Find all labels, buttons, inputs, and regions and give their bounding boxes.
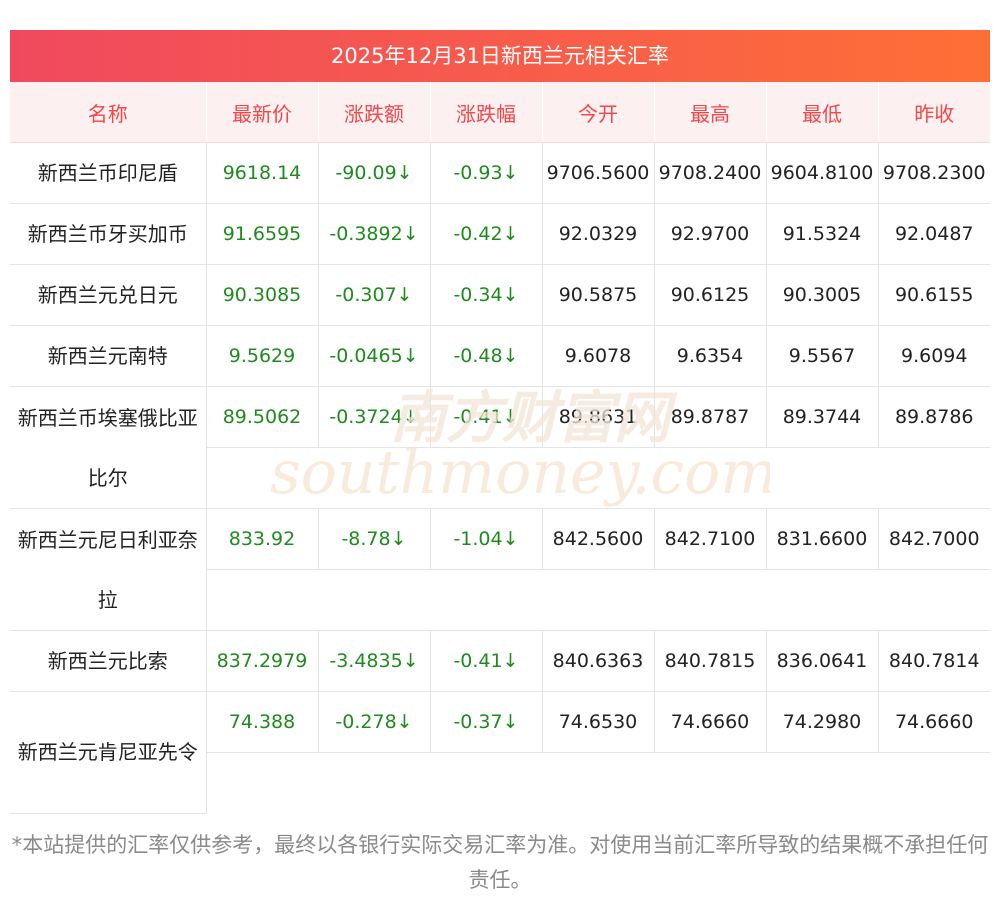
prev-close: 840.7814 <box>878 630 990 692</box>
open-price: 840.6363 <box>542 630 655 692</box>
row-filler <box>206 753 990 814</box>
page-title: 2025年12月31日新西兰元相关汇率 <box>10 30 990 82</box>
change-percent: -0.42↓ <box>430 203 543 265</box>
low-price: 836.0641 <box>766 630 879 692</box>
header-high: 最高 <box>654 82 767 143</box>
prev-close: 9.6094 <box>878 325 990 387</box>
latest-price: 9.5629 <box>206 325 319 387</box>
open-price: 9706.5600 <box>542 142 655 204</box>
currency-name[interactable]: 新西兰元肯尼亚先令 <box>10 691 207 814</box>
row-filler <box>206 569 990 631</box>
header-change: 涨跌额 <box>318 82 431 143</box>
latest-price: 833.92 <box>206 508 319 570</box>
exchange-rate-table: 名称 最新价 涨跌额 涨跌幅 今开 最高 最低 昨收 新西兰币印尼盾 9618.… <box>10 82 990 814</box>
latest-price: 74.388 <box>206 691 319 753</box>
prev-close: 90.6155 <box>878 264 990 326</box>
change-amount: -0.3724↓ <box>318 386 431 448</box>
currency-name[interactable]: 新西兰币牙买加币 <box>10 203 207 265</box>
header-open: 今开 <box>542 82 655 143</box>
currency-name[interactable]: 新西兰币印尼盾 <box>10 142 207 204</box>
change-percent: -1.04↓ <box>430 508 543 570</box>
change-amount: -0.3892↓ <box>318 203 431 265</box>
prev-close: 9708.2300 <box>878 142 990 204</box>
open-price: 92.0329 <box>542 203 655 265</box>
low-price: 74.2980 <box>766 691 879 753</box>
high-price: 90.6125 <box>654 264 767 326</box>
open-price: 89.8631 <box>542 386 655 448</box>
high-price: 74.6660 <box>654 691 767 753</box>
header-pct: 涨跌幅 <box>430 82 543 143</box>
high-price: 840.7815 <box>654 630 767 692</box>
currency-name[interactable]: 新西兰元南特 <box>10 325 207 387</box>
open-price: 842.5600 <box>542 508 655 570</box>
prev-close: 842.7000 <box>878 508 990 570</box>
header-low: 最低 <box>766 82 879 143</box>
low-price: 9604.8100 <box>766 142 879 204</box>
table-row: 新西兰币牙买加币 91.6595 -0.3892↓ -0.42↓ 92.0329… <box>10 203 990 265</box>
row-filler <box>206 447 990 509</box>
table-header-row: 名称 最新价 涨跌额 涨跌幅 今开 最高 最低 昨收 <box>10 82 990 143</box>
currency-name[interactable]: 新西兰币埃塞俄比亚比尔 <box>10 386 207 509</box>
table-row: 新西兰元比索 837.2979 -3.4835↓ -0.41↓ 840.6363… <box>10 630 990 692</box>
low-price: 91.5324 <box>766 203 879 265</box>
high-price: 842.7100 <box>654 508 767 570</box>
currency-name[interactable]: 新西兰元兑日元 <box>10 264 207 326</box>
change-percent: -0.34↓ <box>430 264 543 326</box>
open-price: 74.6530 <box>542 691 655 753</box>
table-row: 新西兰币埃塞俄比亚比尔 89.5062 -0.3724↓ -0.41↓ 89.8… <box>10 386 990 509</box>
open-price: 90.5875 <box>542 264 655 326</box>
open-price: 9.6078 <box>542 325 655 387</box>
change-amount: -0.0465↓ <box>318 325 431 387</box>
low-price: 90.3005 <box>766 264 879 326</box>
currency-name[interactable]: 新西兰元比索 <box>10 630 207 692</box>
low-price: 831.6600 <box>766 508 879 570</box>
change-amount: -90.09↓ <box>318 142 431 204</box>
latest-price: 837.2979 <box>206 630 319 692</box>
table-row: 新西兰元尼日利亚奈拉 833.92 -8.78↓ -1.04↓ 842.5600… <box>10 508 990 631</box>
prev-close: 89.8786 <box>878 386 990 448</box>
high-price: 9.6354 <box>654 325 767 387</box>
change-percent: -0.93↓ <box>430 142 543 204</box>
change-percent: -0.48↓ <box>430 325 543 387</box>
currency-name[interactable]: 新西兰元尼日利亚奈拉 <box>10 508 207 631</box>
header-name: 名称 <box>10 82 207 143</box>
change-amount: -8.78↓ <box>318 508 431 570</box>
prev-close: 92.0487 <box>878 203 990 265</box>
high-price: 89.8787 <box>654 386 767 448</box>
header-latest: 最新价 <box>206 82 319 143</box>
high-price: 92.9700 <box>654 203 767 265</box>
low-price: 9.5567 <box>766 325 879 387</box>
latest-price: 89.5062 <box>206 386 319 448</box>
disclaimer-footer: *本站提供的汇率仅供参考，最终以各银行实际交易汇率为准。对使用当前汇率所导致的结… <box>11 833 989 892</box>
table-row: 新西兰元肯尼亚先令 74.388 -0.278↓ -0.37↓ 74.6530 … <box>10 691 990 814</box>
latest-price: 9618.14 <box>206 142 319 204</box>
table-row: 新西兰币印尼盾 9618.14 -90.09↓ -0.93↓ 9706.5600… <box>10 142 990 204</box>
latest-price: 91.6595 <box>206 203 319 265</box>
header-prev: 昨收 <box>878 82 990 143</box>
low-price: 89.3744 <box>766 386 879 448</box>
latest-price: 90.3085 <box>206 264 319 326</box>
change-percent: -0.41↓ <box>430 630 543 692</box>
change-amount: -3.4835↓ <box>318 630 431 692</box>
change-percent: -0.41↓ <box>430 386 543 448</box>
change-amount: -0.307↓ <box>318 264 431 326</box>
table-row: 新西兰元南特 9.5629 -0.0465↓ -0.48↓ 9.6078 9.6… <box>10 325 990 387</box>
change-percent: -0.37↓ <box>430 691 543 753</box>
table-row: 新西兰元兑日元 90.3085 -0.307↓ -0.34↓ 90.5875 9… <box>10 264 990 326</box>
high-price: 9708.2400 <box>654 142 767 204</box>
prev-close: 74.6660 <box>878 691 990 753</box>
change-amount: -0.278↓ <box>318 691 431 753</box>
